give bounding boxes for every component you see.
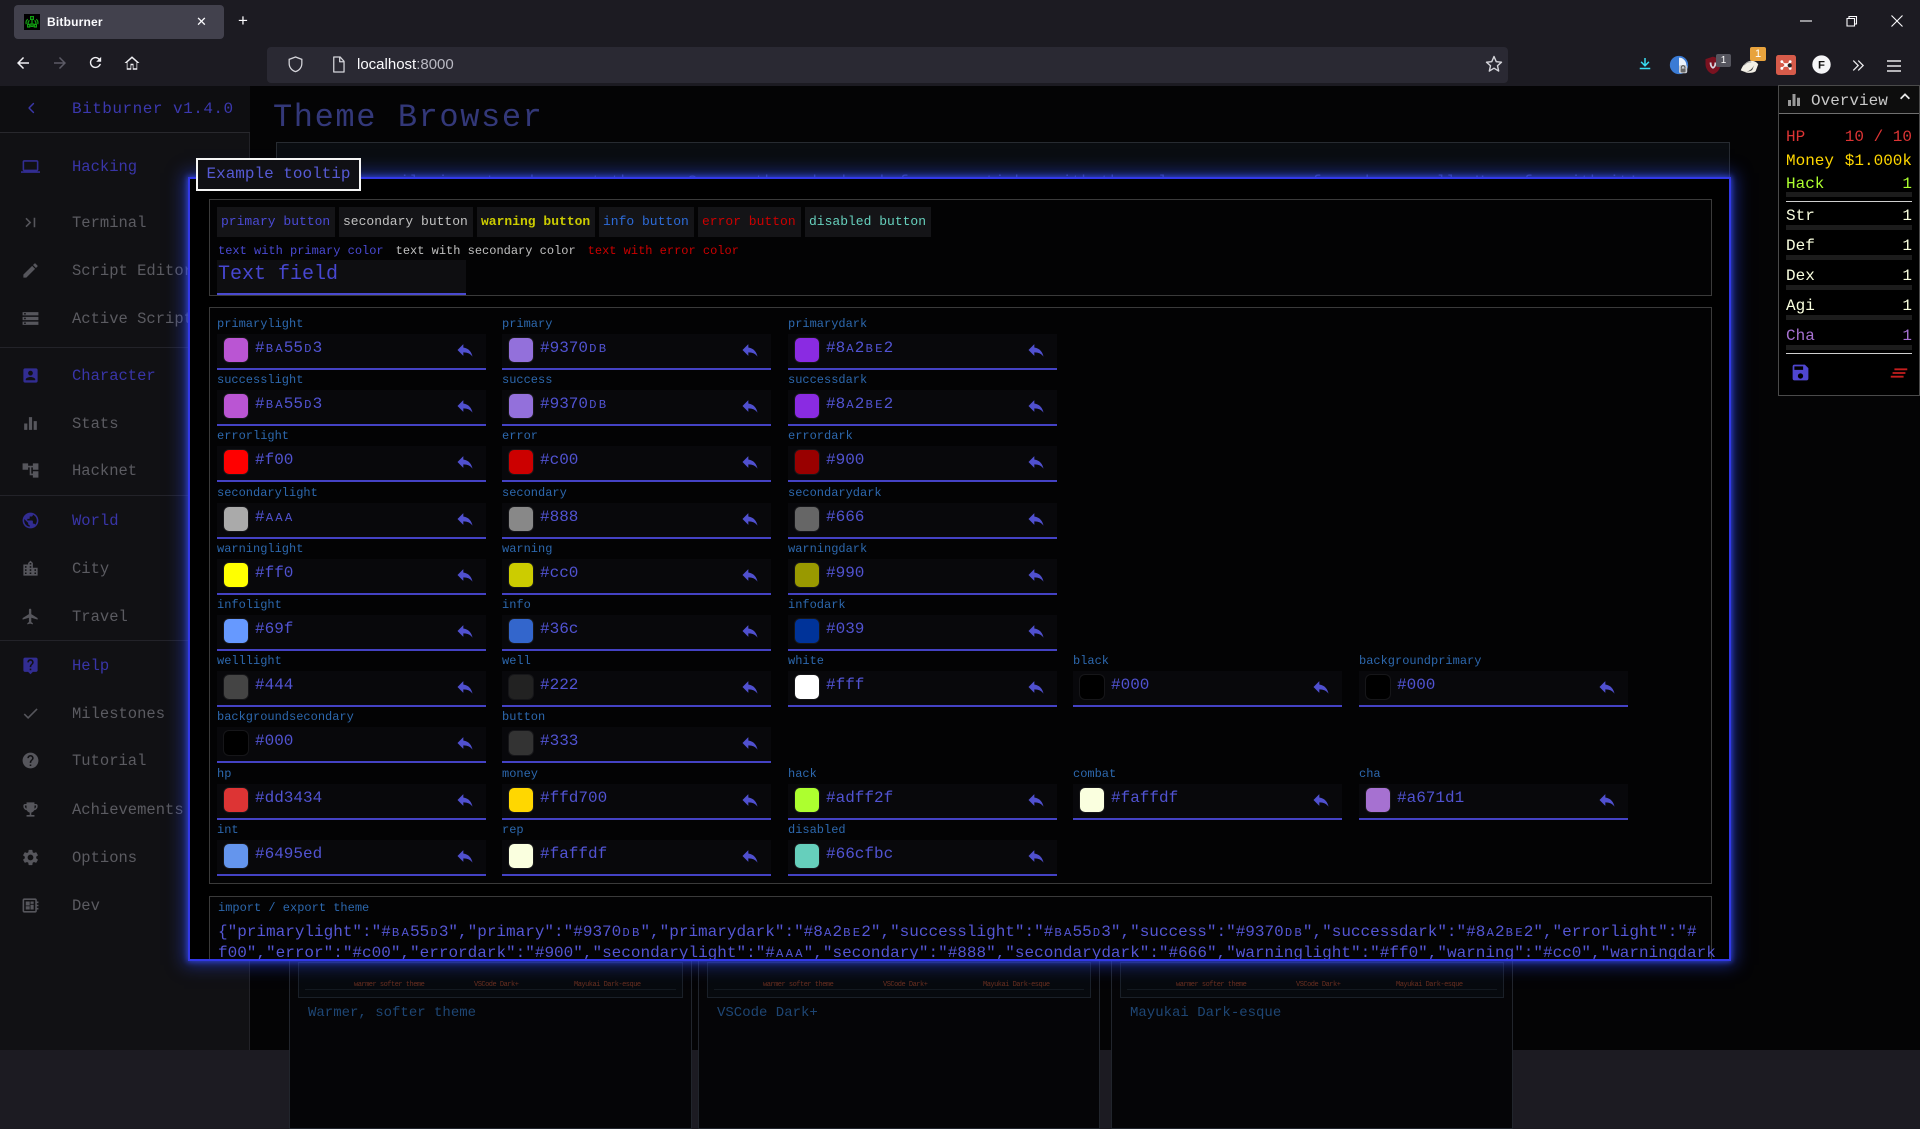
svg-text:F: F bbox=[1818, 59, 1825, 71]
